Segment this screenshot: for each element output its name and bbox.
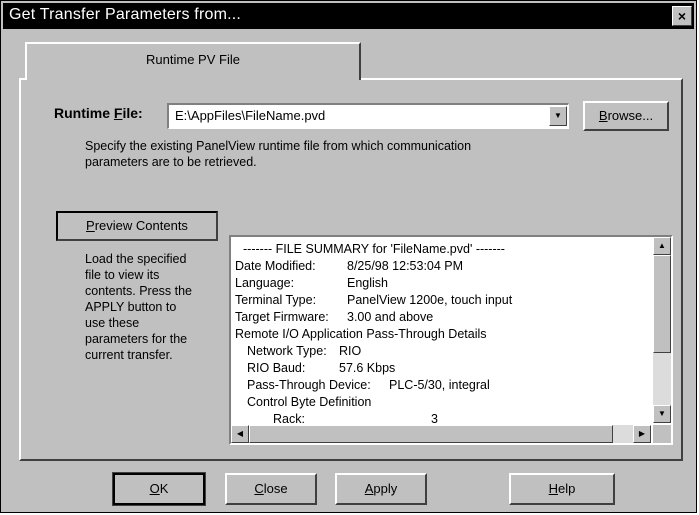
summary-subrow: Network Type: RIO xyxy=(247,344,362,358)
chevron-down-icon[interactable]: ▼ xyxy=(549,106,567,126)
scroll-up-icon[interactable]: ▲ xyxy=(653,237,671,255)
runtime-file-combobox[interactable]: E:\AppFiles\FileName.pvd ▼ xyxy=(167,103,569,129)
browse-button[interactable]: Browse... xyxy=(583,101,669,131)
window-title: Get Transfer Parameters from... xyxy=(9,6,242,23)
scroll-corner xyxy=(653,425,671,443)
tab-runtime-pv-file[interactable]: Runtime PV File xyxy=(25,42,361,80)
file-summary-textbox[interactable]: ------- FILE SUMMARY for 'FileName.pvd' … xyxy=(229,235,673,445)
summary-control-byte: Control Byte Definition xyxy=(247,395,372,409)
runtime-file-value: E:\AppFiles\FileName.pvd xyxy=(175,108,326,123)
summary-header: ------- FILE SUMMARY for 'FileName.pvd' … xyxy=(243,242,505,256)
tab-label: Runtime PV File xyxy=(146,52,240,67)
summary-subrow: Pass-Through Device: PLC-5/30, integral xyxy=(247,378,490,392)
runtime-file-label: Runtime File: xyxy=(54,105,143,121)
horizontal-scrollbar[interactable]: ◀ ▶ xyxy=(231,425,651,443)
horizontal-scroll-thumb[interactable] xyxy=(249,425,613,443)
apply-button[interactable]: Apply xyxy=(335,473,427,505)
close-icon[interactable]: × xyxy=(672,6,692,26)
runtime-file-hint: Specify the existing PanelView runtime f… xyxy=(85,139,472,169)
title-bar: Get Transfer Parameters from... × xyxy=(3,3,694,29)
summary-section: Remote I/O Application Pass-Through Deta… xyxy=(235,327,487,341)
preview-description: Load the specified file to view its cont… xyxy=(85,252,193,362)
vertical-scroll-thumb[interactable] xyxy=(653,255,671,353)
summary-subrow: RIO Baud: 57.6 Kbps xyxy=(247,361,396,375)
summary-row: Language: English xyxy=(235,276,388,290)
close-button[interactable]: Close xyxy=(225,473,317,505)
summary-cb-row: Rack: 3 xyxy=(273,412,438,426)
summary-row: Terminal Type: PanelView 1200e, touch inp… xyxy=(235,293,513,307)
summary-row: Target Firmware: 3.00 and above xyxy=(235,310,434,324)
dialog-window: Get Transfer Parameters from... × Runtim… xyxy=(0,0,697,513)
ok-button[interactable]: OK xyxy=(112,472,206,506)
scroll-down-icon[interactable]: ▼ xyxy=(653,405,671,423)
help-button[interactable]: Help xyxy=(509,473,615,505)
scroll-left-icon[interactable]: ◀ xyxy=(231,425,249,443)
vertical-scrollbar[interactable]: ▲ ▼ xyxy=(653,237,671,423)
scroll-right-icon[interactable]: ▶ xyxy=(633,425,651,443)
summary-row: Date Modified: 8/25/98 12:53:04 PM xyxy=(235,259,464,273)
preview-contents-button[interactable]: Preview Contents xyxy=(56,211,218,241)
